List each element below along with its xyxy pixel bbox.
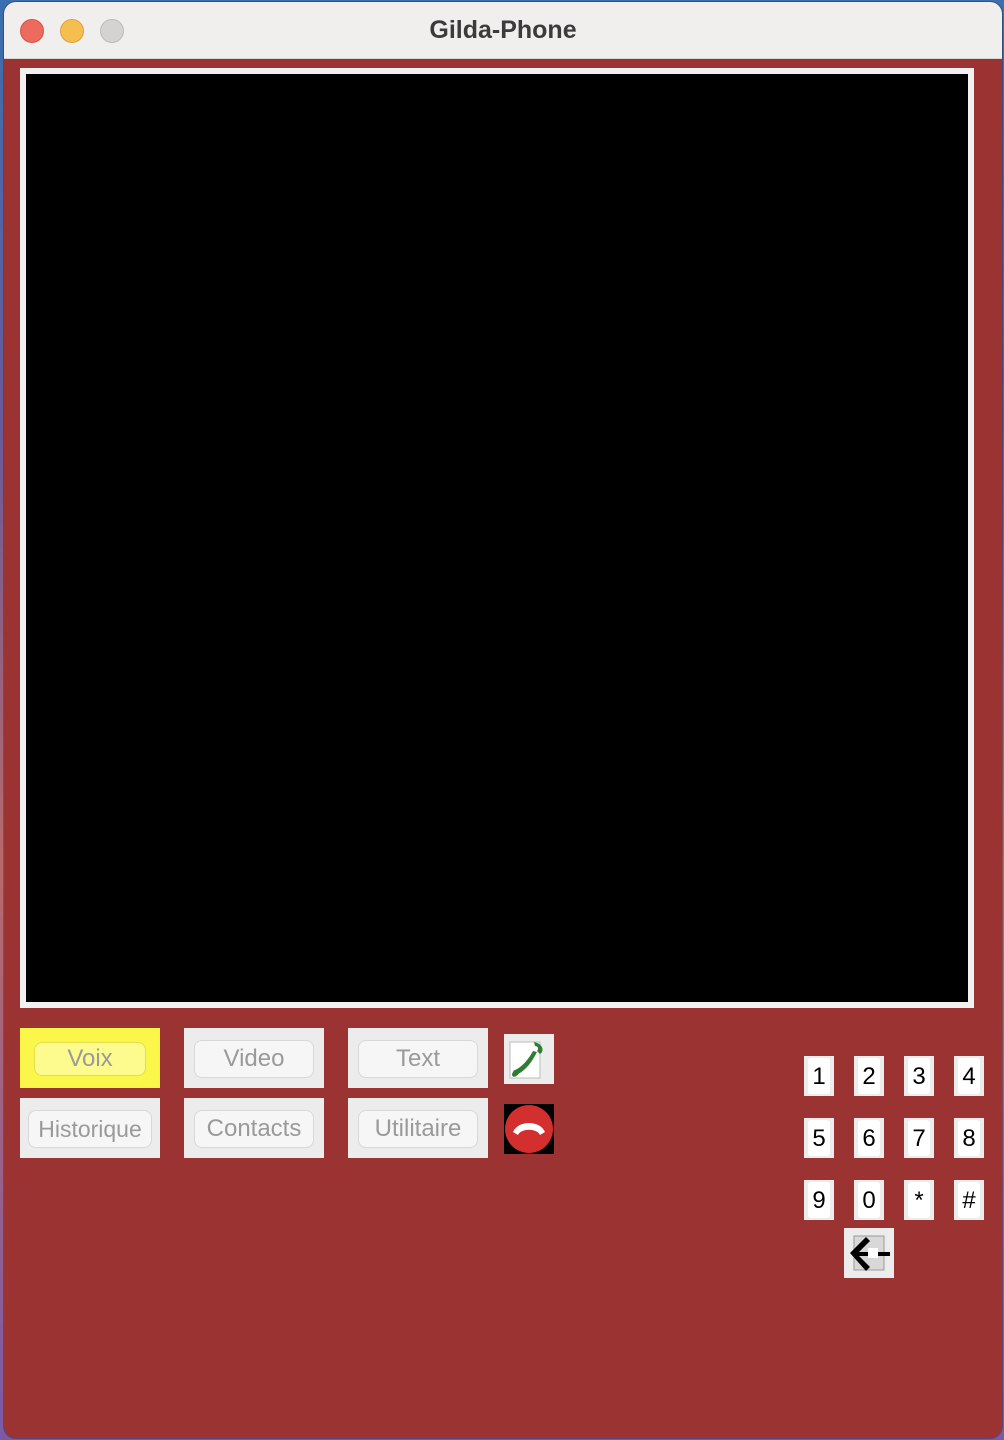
video-display [26,74,968,1002]
tab-text[interactable]: Text [348,1028,488,1088]
tab-video[interactable]: Video [184,1028,324,1088]
key-2[interactable]: 2 [854,1056,884,1096]
video-button[interactable]: Video [194,1040,314,1078]
key-7[interactable]: 7 [904,1118,934,1158]
key-0[interactable]: 0 [854,1180,884,1220]
contacts-button[interactable]: Contacts [194,1110,314,1148]
key-star[interactable]: * [904,1180,934,1220]
key-label: 6 [858,1120,880,1156]
phone-accept-icon [509,1041,543,1079]
title-bar: Gilda-Phone [4,2,1002,59]
window-title: Gilda-Phone [429,16,577,44]
key-label: 0 [858,1182,880,1218]
backspace-arrow-icon [850,1235,890,1271]
text-button[interactable]: Text [358,1040,478,1078]
key-label: 5 [808,1120,830,1156]
key-1[interactable]: 1 [804,1056,834,1096]
key-9[interactable]: 9 [804,1180,834,1220]
key-label: 3 [908,1058,930,1094]
tab-voice[interactable]: Voix [20,1028,160,1088]
tab-utility[interactable]: Utilitaire [348,1098,488,1158]
key-label: 1 [808,1058,830,1094]
key-8[interactable]: 8 [954,1118,984,1158]
key-label: # [958,1182,980,1218]
phone-hangup-icon [505,1105,553,1153]
key-label: 2 [858,1058,880,1094]
video-frame [20,68,974,1008]
utility-button[interactable]: Utilitaire [358,1110,478,1148]
backspace-button[interactable] [844,1228,894,1278]
call-hangup-button[interactable] [504,1104,554,1154]
key-4[interactable]: 4 [954,1056,984,1096]
tab-contacts[interactable]: Contacts [184,1098,324,1158]
key-6[interactable]: 6 [854,1118,884,1158]
key-3[interactable]: 3 [904,1056,934,1096]
history-button[interactable]: Historique [28,1110,152,1148]
key-label: 4 [958,1058,980,1094]
key-label: 8 [958,1120,980,1156]
key-label: 9 [808,1182,830,1218]
call-accept-button[interactable] [504,1034,554,1084]
key-label: 7 [908,1120,930,1156]
tab-history[interactable]: Historique [20,1098,160,1158]
voice-button[interactable]: Voix [34,1042,146,1076]
key-hash[interactable]: # [954,1180,984,1220]
key-label: * [908,1182,930,1218]
key-5[interactable]: 5 [804,1118,834,1158]
app-window: Gilda-Phone Voix Video Text Historique C… [4,2,1002,1438]
